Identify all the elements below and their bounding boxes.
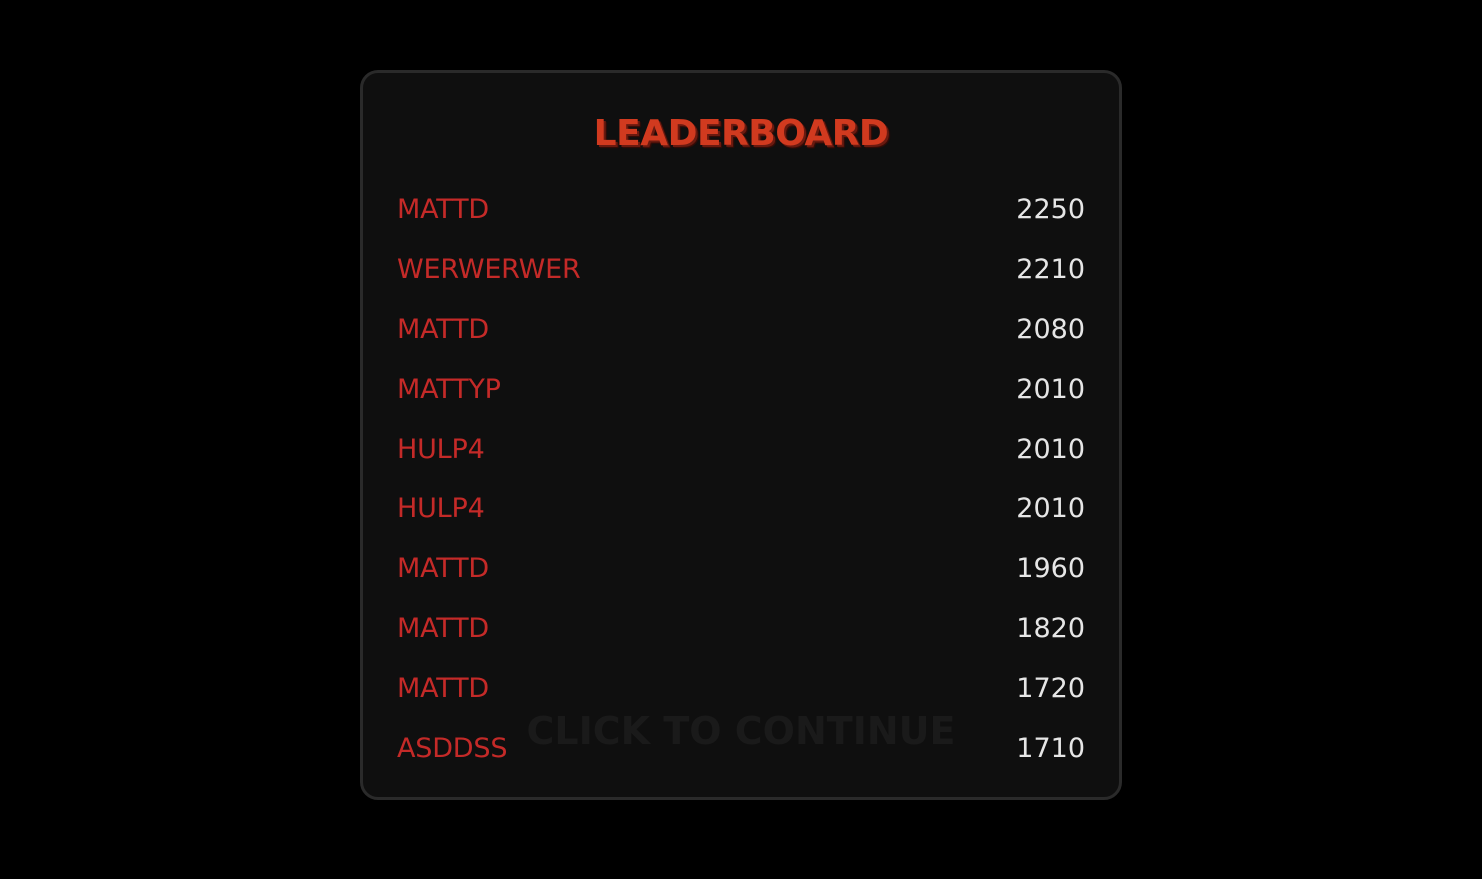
player-score: 1710 xyxy=(1016,732,1085,764)
leaderboard-row: MATTD 2080 xyxy=(397,300,1085,360)
player-score: 2080 xyxy=(1016,313,1085,345)
leaderboard-row: HULP4 2010 xyxy=(397,419,1085,479)
player-name: MATTD xyxy=(397,194,489,226)
leaderboard-row: MATTD 1720 xyxy=(397,658,1085,718)
leaderboard-row: HULP4 2010 xyxy=(397,479,1085,539)
player-name: HULP4 xyxy=(397,433,485,465)
player-name: WERWERWER xyxy=(397,254,581,286)
player-name: MATTD xyxy=(397,553,489,585)
player-name: MATTD xyxy=(397,612,489,644)
game-screen[interactable]: LEADERBOARD CLICK TO CONTINUE MATTD 2250… xyxy=(0,0,1482,879)
leaderboard-row: ASDDSS 1710 xyxy=(397,718,1085,778)
leaderboard-row: MATTD 2250 xyxy=(397,180,1085,240)
player-name: MATTD xyxy=(397,313,489,345)
player-score: 2210 xyxy=(1016,254,1085,286)
player-name: MATTD xyxy=(397,672,489,704)
player-name: MATTYP xyxy=(397,373,501,405)
leaderboard-list: MATTD 2250 WERWERWER 2210 MATTD 2080 MAT… xyxy=(397,180,1085,778)
player-score: 1960 xyxy=(1016,553,1085,585)
leaderboard-panel[interactable]: LEADERBOARD CLICK TO CONTINUE MATTD 2250… xyxy=(360,70,1122,800)
leaderboard-row: MATTD 1820 xyxy=(397,599,1085,659)
player-score: 2250 xyxy=(1016,194,1085,226)
player-score: 2010 xyxy=(1016,373,1085,405)
player-score: 2010 xyxy=(1016,433,1085,465)
leaderboard-row: WERWERWER 2210 xyxy=(397,240,1085,300)
player-score: 1720 xyxy=(1016,672,1085,704)
player-score: 1820 xyxy=(1016,612,1085,644)
leaderboard-row: MATTD 1960 xyxy=(397,539,1085,599)
leaderboard-row: MATTYP 2010 xyxy=(397,359,1085,419)
player-name: HULP4 xyxy=(397,493,485,525)
player-score: 2010 xyxy=(1016,493,1085,525)
leaderboard-title: LEADERBOARD xyxy=(593,113,889,154)
player-name: ASDDSS xyxy=(397,732,508,764)
